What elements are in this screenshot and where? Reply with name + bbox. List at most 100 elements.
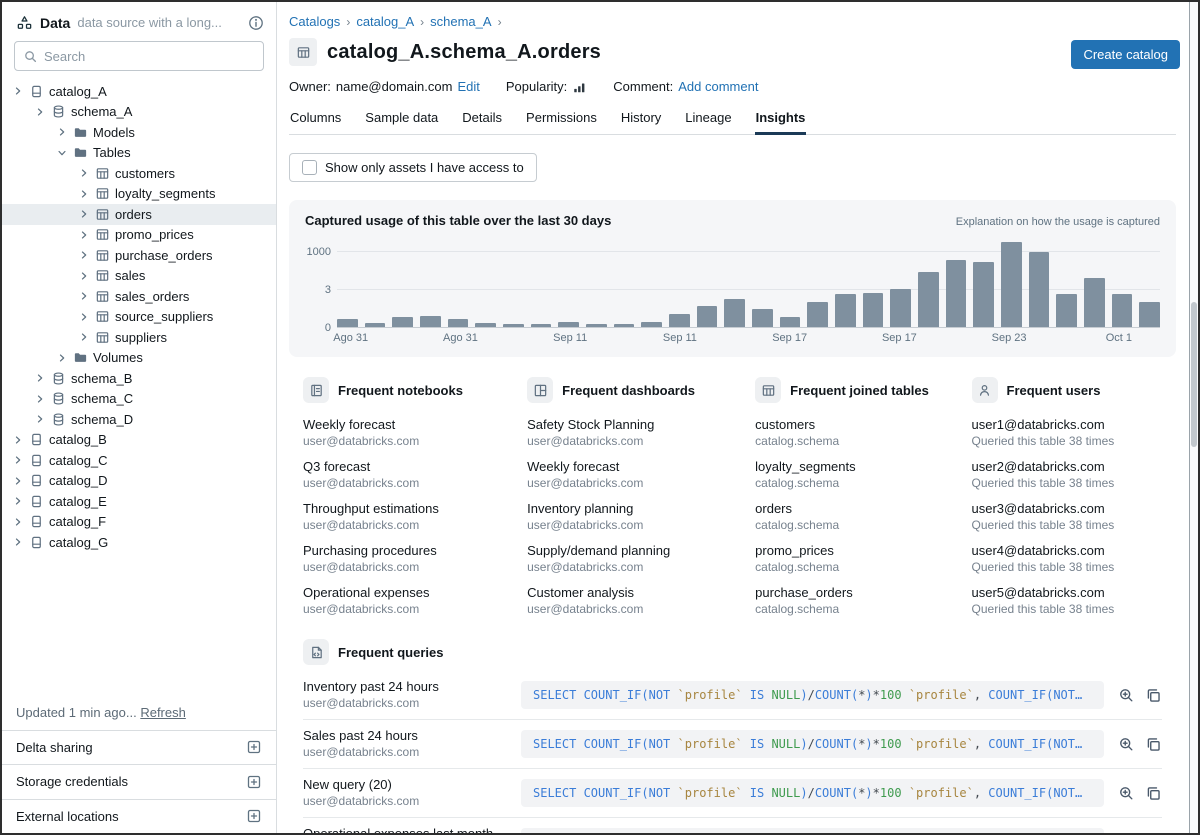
chevron-right-icon[interactable] bbox=[56, 127, 68, 137]
usage-bar-17[interactable] bbox=[780, 317, 801, 327]
breadcrumb-link-schema_a[interactable]: schema_A bbox=[430, 14, 491, 29]
query-name[interactable]: New query (20) bbox=[303, 777, 521, 793]
item-name[interactable]: user4@databricks.com bbox=[972, 543, 1162, 559]
usage-bar-8[interactable] bbox=[531, 324, 552, 327]
chevron-right-icon[interactable] bbox=[12, 537, 24, 547]
usage-bar-7[interactable] bbox=[503, 324, 524, 327]
item-name[interactable]: promo_prices bbox=[755, 543, 949, 559]
usage-bar-24[interactable] bbox=[973, 262, 994, 327]
refresh-link[interactable]: Refresh bbox=[140, 705, 186, 720]
usage-bar-13[interactable] bbox=[669, 314, 690, 327]
chevron-right-icon[interactable] bbox=[12, 435, 24, 445]
usage-bar-10[interactable] bbox=[586, 324, 607, 327]
item-name[interactable]: loyalty_segments bbox=[755, 459, 949, 475]
item-name[interactable]: Inventory planning bbox=[527, 501, 733, 517]
tab-sample-data[interactable]: Sample data bbox=[364, 106, 439, 134]
chevron-right-icon[interactable] bbox=[78, 271, 90, 281]
item-name[interactable]: Customer analysis bbox=[527, 585, 733, 601]
usage-bar-23[interactable] bbox=[946, 260, 967, 327]
copy-icon[interactable] bbox=[1145, 736, 1162, 753]
usage-bar-26[interactable] bbox=[1029, 252, 1050, 327]
usage-bar-18[interactable] bbox=[807, 302, 828, 328]
zoom-in-icon[interactable] bbox=[1118, 736, 1135, 753]
sql-snippet[interactable]: SELECT COUNT_IF(NOT `profile` IS NULL)/C… bbox=[521, 730, 1104, 758]
chevron-right-icon[interactable] bbox=[34, 414, 46, 424]
item-name[interactable]: Throughput estimations bbox=[303, 501, 505, 517]
main-scrollbar[interactable] bbox=[1189, 2, 1198, 833]
usage-bar-5[interactable] bbox=[448, 319, 469, 328]
chevron-right-icon[interactable] bbox=[34, 107, 46, 117]
usage-bar-28[interactable] bbox=[1084, 278, 1105, 327]
usage-bar-25[interactable] bbox=[1001, 242, 1022, 327]
tree-item-catalog_a[interactable]: catalog_A bbox=[2, 81, 276, 102]
tab-history[interactable]: History bbox=[620, 106, 662, 134]
usage-bar-27[interactable] bbox=[1056, 294, 1077, 327]
tab-lineage[interactable]: Lineage bbox=[684, 106, 732, 134]
usage-bar-3[interactable] bbox=[392, 317, 413, 327]
chevron-down-icon[interactable] bbox=[56, 148, 68, 158]
usage-bar-15[interactable] bbox=[724, 299, 745, 327]
copy-icon[interactable] bbox=[1145, 687, 1162, 704]
usage-bar-1[interactable] bbox=[337, 319, 358, 327]
tree-item-schema_a[interactable]: schema_A bbox=[2, 102, 276, 123]
zoom-in-icon[interactable] bbox=[1118, 785, 1135, 802]
tree-item-schema_b[interactable]: schema_B bbox=[2, 368, 276, 389]
chevron-right-icon[interactable] bbox=[78, 291, 90, 301]
usage-bar-21[interactable] bbox=[890, 289, 911, 327]
create-catalog-button[interactable]: Create catalog bbox=[1071, 40, 1180, 69]
usage-bar-16[interactable] bbox=[752, 309, 773, 327]
sql-snippet[interactable]: SELECT COUNT_IF(NOT `profile` IS NULL)/C… bbox=[521, 828, 1104, 833]
breadcrumb-link-catalog_a[interactable]: catalog_A bbox=[356, 14, 414, 29]
item-name[interactable]: Weekly forecast bbox=[303, 417, 505, 433]
tree-item-loyalty_segments[interactable]: loyalty_segments bbox=[2, 184, 276, 205]
item-name[interactable]: user5@databricks.com bbox=[972, 585, 1162, 601]
tree-item-sales_orders[interactable]: sales_orders bbox=[2, 286, 276, 307]
search-input[interactable] bbox=[44, 49, 255, 64]
chevron-right-icon[interactable] bbox=[12, 455, 24, 465]
tab-insights[interactable]: Insights bbox=[755, 106, 807, 135]
tree-item-suppliers[interactable]: suppliers bbox=[2, 327, 276, 348]
usage-bar-2[interactable] bbox=[365, 323, 386, 327]
query-name[interactable]: Sales past 24 hours bbox=[303, 728, 521, 744]
copy-icon[interactable] bbox=[1145, 785, 1162, 802]
usage-bar-20[interactable] bbox=[863, 293, 884, 327]
usage-bar-6[interactable] bbox=[475, 323, 496, 327]
add-comment-link[interactable]: Add comment bbox=[678, 79, 758, 94]
tree-item-sales[interactable]: sales bbox=[2, 266, 276, 287]
item-name[interactable]: Weekly forecast bbox=[527, 459, 733, 475]
item-name[interactable]: user2@databricks.com bbox=[972, 459, 1162, 475]
chevron-right-icon[interactable] bbox=[56, 353, 68, 363]
chevron-right-icon[interactable] bbox=[12, 517, 24, 527]
access-filter[interactable]: Show only assets I have access to bbox=[289, 153, 537, 182]
scrollbar-thumb[interactable] bbox=[1191, 302, 1197, 447]
sidebar-link-storage-credentials[interactable]: Storage credentials bbox=[2, 764, 276, 799]
chevron-right-icon[interactable] bbox=[78, 312, 90, 322]
tree-item-schema_c[interactable]: schema_C bbox=[2, 389, 276, 410]
tree-item-catalog_f[interactable]: catalog_F bbox=[2, 512, 276, 533]
chevron-right-icon[interactable] bbox=[78, 250, 90, 260]
item-name[interactable]: Supply/demand planning bbox=[527, 543, 733, 559]
chevron-right-icon[interactable] bbox=[78, 230, 90, 240]
tree-item-customers[interactable]: customers bbox=[2, 163, 276, 184]
query-name[interactable]: Operational expenses last month bbox=[303, 826, 521, 833]
tree-item-catalog_d[interactable]: catalog_D bbox=[2, 471, 276, 492]
zoom-in-icon[interactable] bbox=[1118, 687, 1135, 704]
tree-item-volumes[interactable]: Volumes bbox=[2, 348, 276, 369]
item-name[interactable]: Q3 forecast bbox=[303, 459, 505, 475]
sql-snippet[interactable]: SELECT COUNT_IF(NOT `profile` IS NULL)/C… bbox=[521, 681, 1104, 709]
tree-item-orders[interactable]: orders bbox=[2, 204, 276, 225]
usage-bar-4[interactable] bbox=[420, 316, 441, 327]
sidebar-link-delta-sharing[interactable]: Delta sharing bbox=[2, 730, 276, 765]
tab-columns[interactable]: Columns bbox=[289, 106, 342, 134]
sidebar-link-external-locations[interactable]: External locations bbox=[2, 799, 276, 834]
item-name[interactable]: customers bbox=[755, 417, 949, 433]
chevron-right-icon[interactable] bbox=[78, 189, 90, 199]
chevron-right-icon[interactable] bbox=[12, 476, 24, 486]
access-filter-checkbox[interactable] bbox=[302, 160, 317, 175]
item-name[interactable]: Safety Stock Planning bbox=[527, 417, 733, 433]
search-box[interactable] bbox=[14, 41, 264, 71]
usage-bar-30[interactable] bbox=[1139, 302, 1160, 327]
item-name[interactable]: purchase_orders bbox=[755, 585, 949, 601]
chevron-right-icon[interactable] bbox=[78, 209, 90, 219]
tree-item-models[interactable]: Models bbox=[2, 122, 276, 143]
